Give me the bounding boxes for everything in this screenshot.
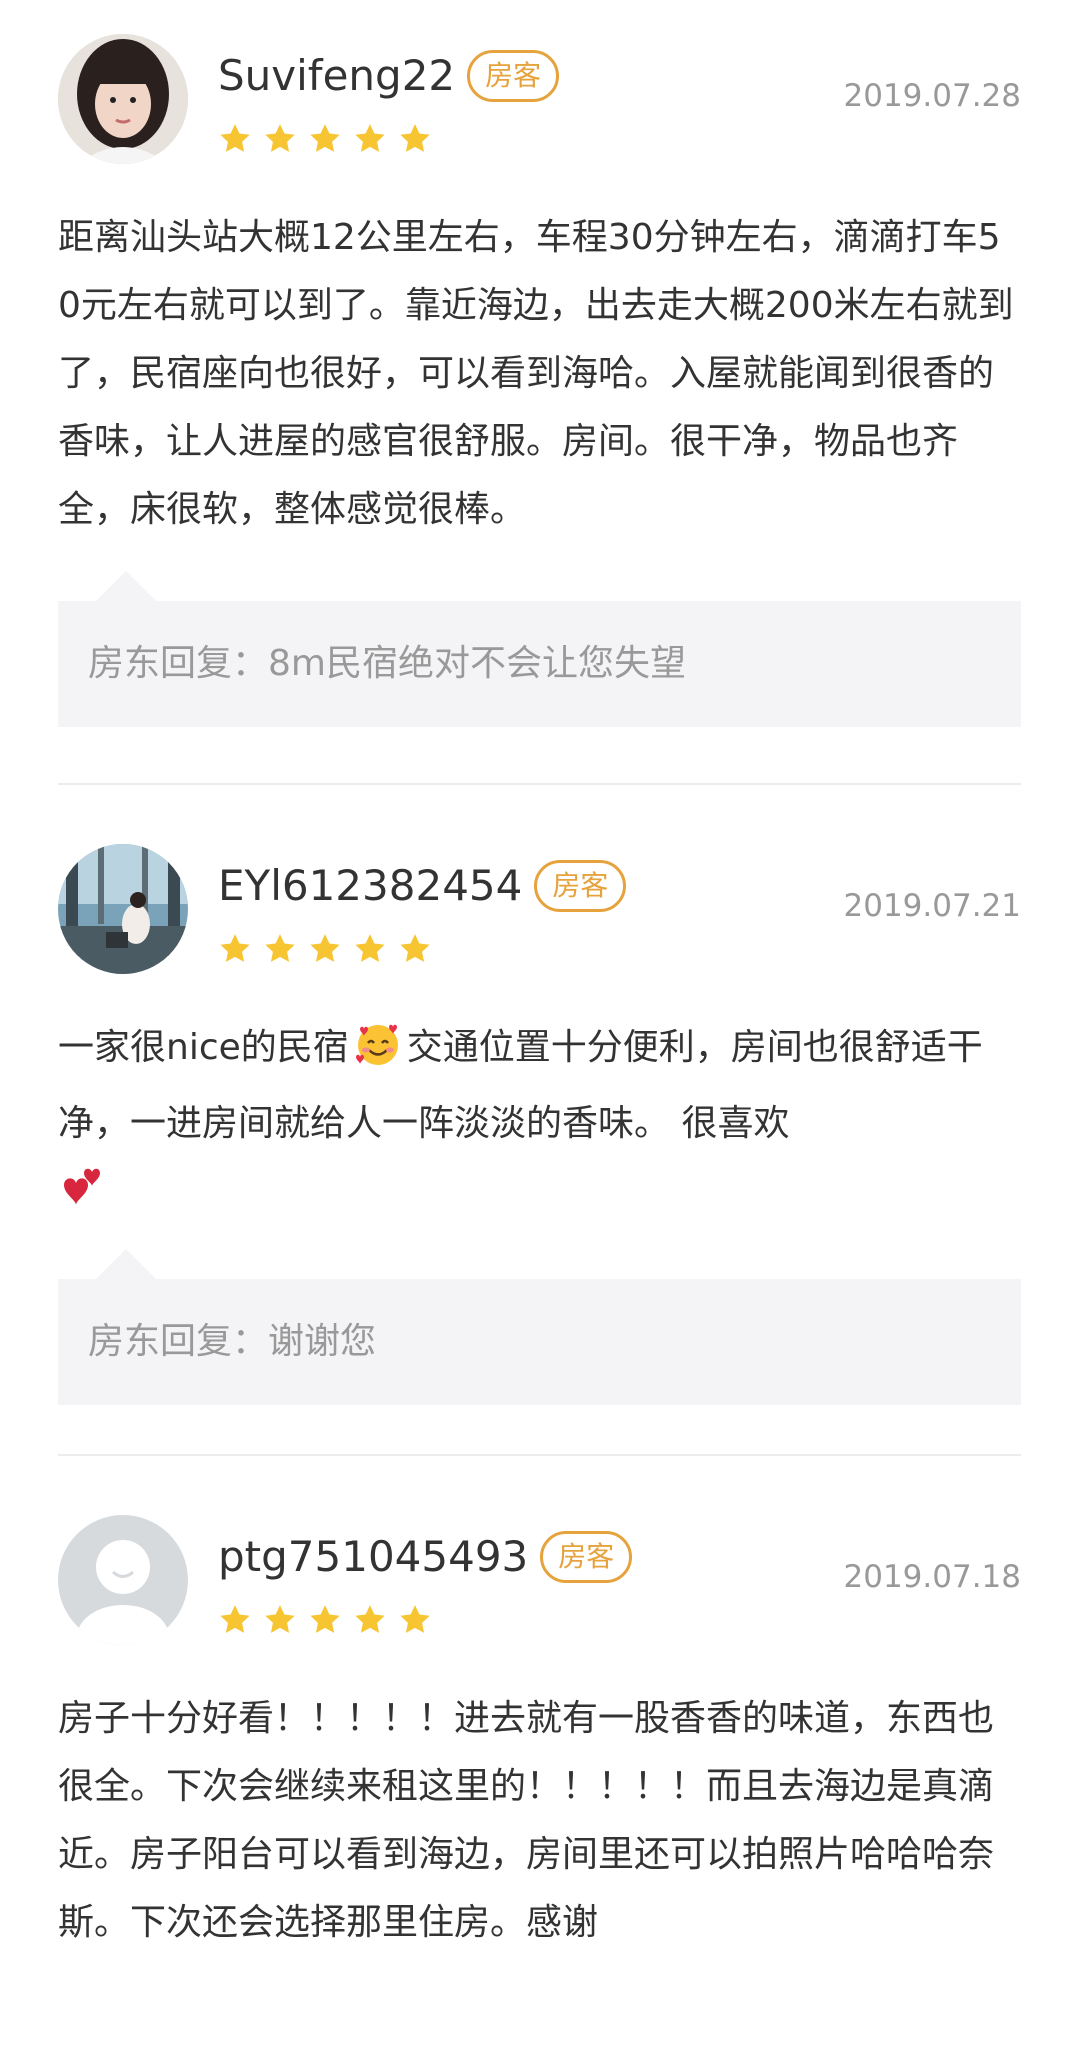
star-icon [400, 1605, 430, 1633]
host-reply: 房东回复：谢谢您 [58, 1249, 1021, 1405]
review-text: 距离汕头站大概12公里左右，车程30分钟左右，滴滴打车50元左右就可以到了。靠近… [58, 217, 1014, 530]
star-icon [310, 1605, 340, 1633]
star-icon [310, 124, 340, 152]
host-reply-content: 谢谢您 [268, 1321, 377, 1362]
star-icon [220, 124, 250, 152]
guest-badge: 房客 [467, 50, 560, 102]
host-reply-text: 房东回复：8m民宿绝对不会让您失望 [88, 639, 686, 689]
star-icon [310, 934, 340, 962]
star-icon [220, 934, 250, 962]
review-date: 2019.07.28 [843, 78, 1022, 114]
review-divider [58, 783, 1021, 785]
host-reply: 房东回复：8m民宿绝对不会让您失望 [58, 571, 1021, 727]
review-text: 房子十分好看！！！！！进去就有一股香香的味道，东西也很全。下次会继续来租这里的！… [58, 1698, 995, 1943]
star-rating [218, 1603, 432, 1637]
star-icon [400, 934, 430, 962]
guest-badge: 房客 [534, 860, 627, 912]
user-info: EYl612382454 房客 [218, 858, 627, 914]
username[interactable]: EYl612382454 [218, 858, 522, 914]
host-reply-label: 房东回复： [88, 643, 269, 684]
host-reply-content: 8m民宿绝对不会让您失望 [268, 643, 686, 684]
star-icon [355, 1605, 385, 1633]
review-text: 一家很nice的民宿 交通位置十分便利，房间也很舒适干净，一进房间就给人一阵淡淡的… [58, 1014, 1021, 1234]
review-date: 2019.07.21 [843, 888, 1022, 924]
star-icon [355, 934, 385, 962]
star-icon [355, 124, 385, 152]
user-info: ptg751045493 房客 [218, 1529, 633, 1585]
star-icon [265, 1605, 295, 1633]
default-avatar-icon[interactable] [58, 1515, 188, 1645]
star-icon [265, 124, 295, 152]
avatar[interactable] [58, 844, 188, 974]
star-icon [220, 1605, 250, 1633]
guest-badge: 房客 [540, 1531, 633, 1583]
user-info: Suvifeng22 房客 [218, 48, 560, 104]
review-divider [58, 1454, 1021, 1456]
host-reply-label: 房东回复： [88, 1321, 269, 1362]
review-date: 2019.07.18 [843, 1559, 1022, 1595]
review-text-part: 一家很nice的民宿 [58, 1027, 349, 1068]
smiling-face-with-hearts-icon [355, 1021, 401, 1090]
star-icon [265, 934, 295, 962]
avatar[interactable] [58, 34, 188, 164]
username[interactable]: Suvifeng22 [218, 48, 455, 104]
star-rating [218, 122, 432, 156]
star-rating [218, 932, 432, 966]
host-reply-text: 房东回复：谢谢您 [88, 1317, 376, 1367]
username[interactable]: ptg751045493 [218, 1529, 528, 1585]
two-hearts-icon [58, 1163, 106, 1234]
star-icon [400, 124, 430, 152]
